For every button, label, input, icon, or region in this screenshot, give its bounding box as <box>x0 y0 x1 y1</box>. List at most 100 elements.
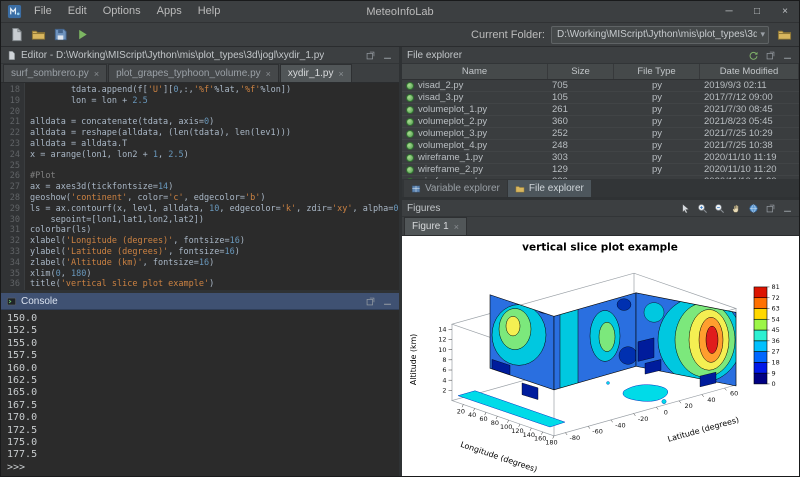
console-panel-header: Console <box>1 293 399 310</box>
close-tab-icon[interactable]: × <box>94 69 99 79</box>
close-button[interactable]: × <box>771 1 799 22</box>
editor-tab-xydir_1.py[interactable]: xydir_1.py × <box>280 64 352 82</box>
file-name: visad_3.py <box>418 92 463 103</box>
console-output-line: 155.0 <box>7 338 393 350</box>
tab-file-explorer[interactable]: File explorer <box>508 180 591 197</box>
editor-tab-plot_grapes_typhoon_volume.py[interactable]: plot_grapes_typhoon_volume.py× <box>108 64 279 82</box>
table-row[interactable]: volumeplot_2.py360py2021/8/23 05:45 <box>402 116 799 128</box>
figures-panel-title: Figures <box>407 203 440 214</box>
tick-label: 27 <box>772 348 780 356</box>
explorer-bottom-tabs: Variable explorerFile explorer <box>402 179 799 197</box>
tick-label: 72 <box>772 294 780 302</box>
figures-panel-header: Figures <box>402 200 799 217</box>
pan-icon[interactable] <box>729 201 743 215</box>
table-row[interactable]: visad_3.py105py2017/7/12 09:00 <box>402 92 799 104</box>
float-icon[interactable] <box>763 201 777 215</box>
figure-canvas[interactable]: vertical slice plot example Altitude (km… <box>402 236 799 476</box>
select-icon[interactable] <box>678 201 692 215</box>
tick-label: 0 <box>772 380 776 388</box>
tick-label: 20 <box>457 407 465 415</box>
close-tab-icon[interactable]: × <box>454 222 459 232</box>
menu-options[interactable]: Options <box>95 1 149 22</box>
column-header-name[interactable]: Name <box>402 64 548 79</box>
close-tab-icon[interactable]: × <box>266 69 271 79</box>
window-controls: ─ □ × <box>715 1 799 22</box>
float-icon[interactable] <box>363 48 377 62</box>
table-row[interactable]: volumeplot_3.py252py2021/7/25 10:29 <box>402 128 799 140</box>
console-output-line: 152.5 <box>7 325 393 337</box>
colorbar-segment <box>754 298 767 309</box>
open-folder-icon[interactable] <box>28 25 48 45</box>
file-date-modified: 2021/7/25 10:29 <box>700 128 799 139</box>
console-output[interactable]: 150.0152.5155.0157.5160.0162.5165.0167.5… <box>1 310 399 476</box>
contour-slice-middle <box>554 293 637 391</box>
continent-map <box>458 381 668 427</box>
file-size: 252 <box>548 128 614 139</box>
menu-edit[interactable]: Edit <box>60 1 95 22</box>
minimize-icon[interactable] <box>780 201 794 215</box>
tab-label: xydir_1.py <box>288 68 334 79</box>
code-text[interactable]: tdata.append(f['U'][0,:,'%f'%lat,'%f'%lo… <box>25 83 399 290</box>
contour-slice-left <box>490 295 554 390</box>
table-row[interactable]: wireframe_1.py303py2020/11/10 11:19 <box>402 152 799 164</box>
editor-tab-surf_sombrero.py[interactable]: surf_sombrero.py× <box>3 64 107 82</box>
column-header-size[interactable]: Size <box>548 64 614 79</box>
editor-panel: Editor - D:\Working\MIScript\Jython\mis\… <box>1 47 399 290</box>
line-number-gutter: 18192021222324252627282930313233343536 <box>1 83 25 290</box>
minimize-icon[interactable] <box>380 294 394 308</box>
console-output-line: 175.0 <box>7 437 393 449</box>
file-name: volumeplot_4.py <box>418 140 487 151</box>
file-size: 129 <box>548 164 614 175</box>
file-size: 303 <box>548 152 614 163</box>
float-icon[interactable] <box>363 294 377 308</box>
run-icon[interactable] <box>72 25 92 45</box>
colorbar-segment <box>754 352 767 363</box>
file-date-modified: 2021/8/23 05:45 <box>700 116 799 127</box>
meteoinfolab-window: FileEditOptionsAppsHelp MeteoInfoLab ─ □… <box>0 0 800 477</box>
file-date-modified: 2017/7/12 09:00 <box>700 92 799 103</box>
tab-variable-explorer[interactable]: Variable explorer <box>404 180 507 197</box>
menu-help[interactable]: Help <box>190 1 229 22</box>
minimize-icon[interactable] <box>780 48 794 62</box>
tick-label: 54 <box>772 315 780 323</box>
browse-folder-button[interactable] <box>774 25 794 45</box>
float-icon[interactable] <box>763 48 777 62</box>
new-file-icon[interactable] <box>6 25 26 45</box>
minimize-button[interactable]: ─ <box>715 1 743 22</box>
table-row[interactable]: visad_2.py705py2019/9/3 02:11 <box>402 80 799 92</box>
file-name: wireframe_2.py <box>418 164 483 175</box>
minimize-icon[interactable] <box>380 48 394 62</box>
file-type: py <box>614 116 700 127</box>
save-icon[interactable] <box>50 25 70 45</box>
current-folder-combobox[interactable]: D:\Working\MIScript\Jython\mis\plot_type… <box>551 26 769 44</box>
file-table-header: NameSizeFile TypeDate Modified <box>402 64 799 80</box>
table-row[interactable]: volumeplot_1.py261py2021/7/30 08:45 <box>402 104 799 116</box>
tab-figure-1[interactable]: Figure 1 × <box>404 217 467 235</box>
file-name: volumeplot_2.py <box>418 116 487 127</box>
tick-label: 9 <box>772 369 776 377</box>
console-output-line: 167.5 <box>7 400 393 412</box>
refresh-icon[interactable] <box>746 48 760 62</box>
editor-panel-header: Editor - D:\Working\MIScript\Jython\mis\… <box>1 47 399 64</box>
menu-apps[interactable]: Apps <box>149 1 190 22</box>
table-row[interactable]: volumeplot_4.py248py2021/7/25 10:38 <box>402 140 799 152</box>
console-output-line: 157.5 <box>7 350 393 362</box>
chevron-down-icon[interactable]: ▾ <box>757 29 765 40</box>
full-extent-icon[interactable] <box>746 201 760 215</box>
maximize-button[interactable]: □ <box>743 1 771 22</box>
file-type: py <box>614 128 700 139</box>
menu-file[interactable]: File <box>26 1 60 22</box>
zoom-in-icon[interactable] <box>695 201 709 215</box>
tick-label: -80 <box>570 434 581 442</box>
zoom-out-icon[interactable] <box>712 201 726 215</box>
console-output-line: 172.5 <box>7 425 393 437</box>
tick-label: 0 <box>664 409 668 417</box>
close-tab-icon[interactable]: × <box>338 69 343 79</box>
tick-label: 8 <box>442 356 446 364</box>
table-row[interactable]: wireframe_2.py129py2020/11/10 11:20 <box>402 164 799 176</box>
console-prompt[interactable]: >>> <box>7 462 393 474</box>
file-explorer-header: File explorer <box>402 47 799 64</box>
current-folder-label: Current Folder: <box>471 29 545 41</box>
column-header-date-modified[interactable]: Date Modified <box>700 64 799 79</box>
column-header-file-type[interactable]: File Type <box>614 64 700 79</box>
